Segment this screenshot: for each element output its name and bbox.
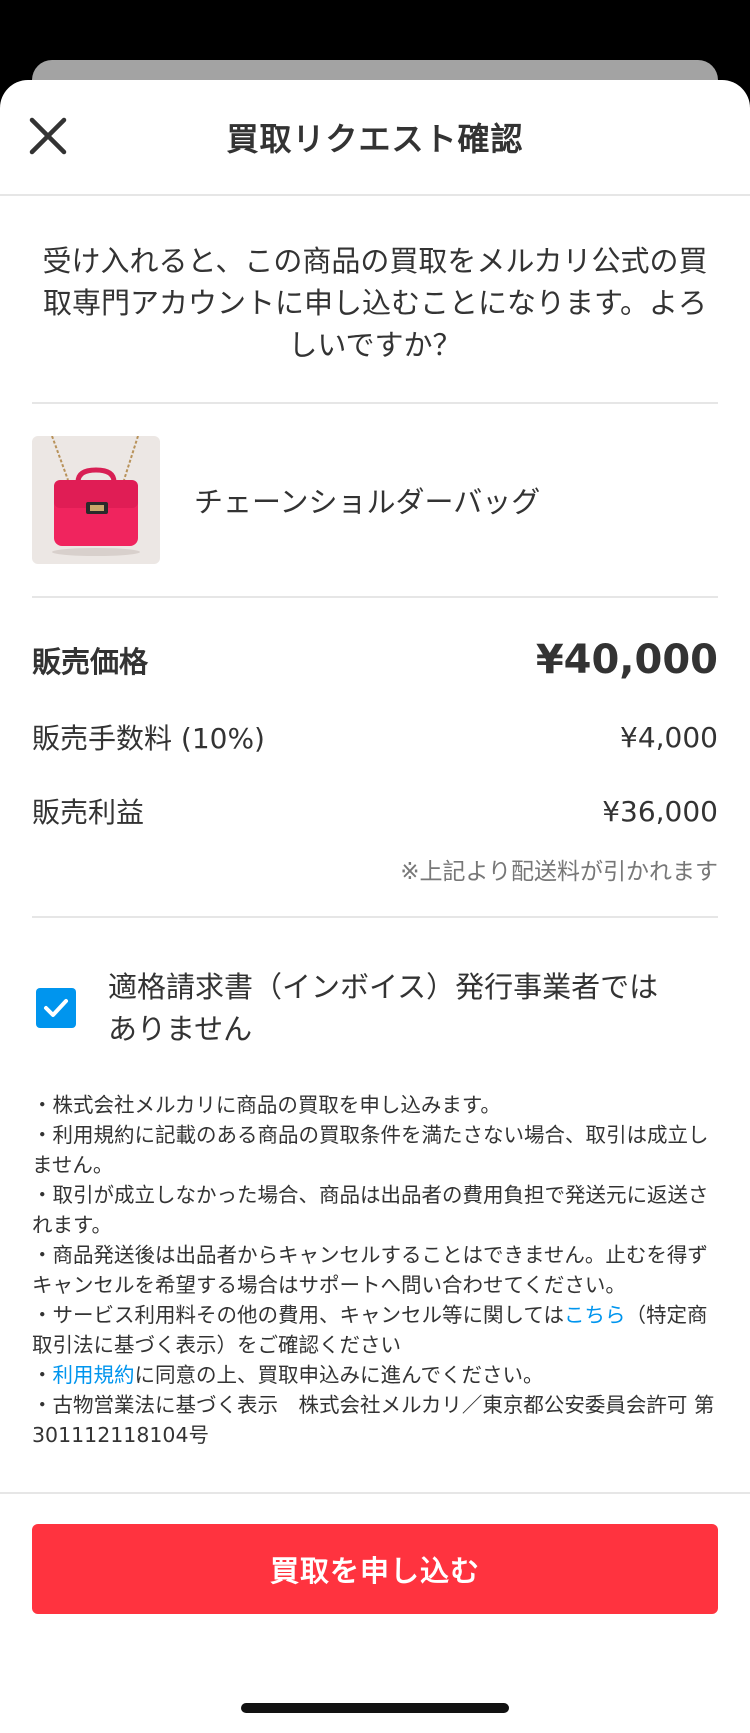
sheet-footer: 買取を申し込む [0,1492,750,1614]
invoice-checkbox[interactable] [36,988,76,1028]
product-name: チェーンショルダーバッグ [194,485,541,519]
note-item: ・株式会社メルカリに商品の買取を申し込みます。 [32,1093,501,1117]
note-item: ・取引が成立しなかった場合、商品は出品者の費用負担で発送元に返送されます。 [32,1183,709,1237]
profit-value: ¥36,000 [602,794,718,828]
invoice-label-line1: 適格請求書（インボイス）発行事業者では [108,970,659,1004]
fee-value: ¥4,000 [620,720,718,754]
intro-text: 受け入れると、この商品の買取をメルカリ公式の買取専門アカウントに申し込むことにな… [32,196,718,404]
profit-row: 販売利益 ¥36,000 [32,774,718,848]
terms-of-use-link[interactable]: 利用規約 [53,1363,135,1387]
profit-label: 販売利益 [32,796,145,829]
sale-price-value: ¥40,000 [535,637,718,683]
page-title: 買取リクエスト確認 [226,120,524,158]
commercial-law-link[interactable]: こちら [564,1303,626,1327]
note-item-fees: ・サービス利用料その他の費用、キャンセル等に関してはこちら（特定商取引法に基づく… [32,1300,718,1360]
invoice-label-line2: ありません [108,1012,253,1046]
confirmation-sheet: 買取リクエスト確認 受け入れると、この商品の買取をメルカリ公式の買取専門アカウン… [0,80,750,1733]
note-text: ・ [32,1363,53,1387]
submit-purchase-request-button[interactable]: 買取を申し込む [32,1524,718,1614]
note-text: に同意の上、買取申込みに進んでください。 [134,1363,544,1387]
product-thumbnail [32,436,160,564]
note-text: ・サービス利用料その他の費用、キャンセル等に関しては [32,1303,564,1327]
sheet-header: 買取リクエスト確認 [0,80,750,196]
sale-price-row: 販売価格 ¥40,000 [32,620,718,700]
sheet-content: 受け入れると、この商品の買取をメルカリ公式の買取専門アカウントに申し込むことにな… [0,196,750,1492]
fee-label: 販売手数料 (10%) [32,722,265,755]
note-item: ・商品発送後は出品者からキャンセルすることはできません。止むを得ずキャンセルを希… [32,1243,708,1297]
price-summary: 販売価格 ¥40,000 販売手数料 (10%) ¥4,000 販売利益 ¥36… [32,598,718,918]
fee-row: 販売手数料 (10%) ¥4,000 [32,700,718,774]
sale-price-label: 販売価格 [32,645,149,679]
note-item: ・利用規約に記載のある商品の買取条件を満たさない場合、取引は成立しません。 [32,1123,709,1177]
checkmark-icon [44,999,68,1017]
terms-notes: ・株式会社メルカリに商品の買取を申し込みます。 ・利用規約に記載のある商品の買取… [32,1090,718,1492]
note-item-terms: ・利用規約に同意の上、買取申込みに進んでください。 [32,1360,718,1390]
note-item: ・古物営業法に基づく表示 株式会社メルカリ／東京都公安委員会許可 第301112… [32,1393,715,1447]
home-indicator [241,1703,509,1713]
shipping-note: ※上記より配送料が引かれます [400,859,718,885]
invoice-option: 適格請求書（インボイス）発行事業者では ありません [32,918,718,1090]
invoice-label: 適格請求書（インボイス）発行事業者では ありません [108,966,658,1050]
product-row: チェーンショルダーバッグ [32,404,718,598]
